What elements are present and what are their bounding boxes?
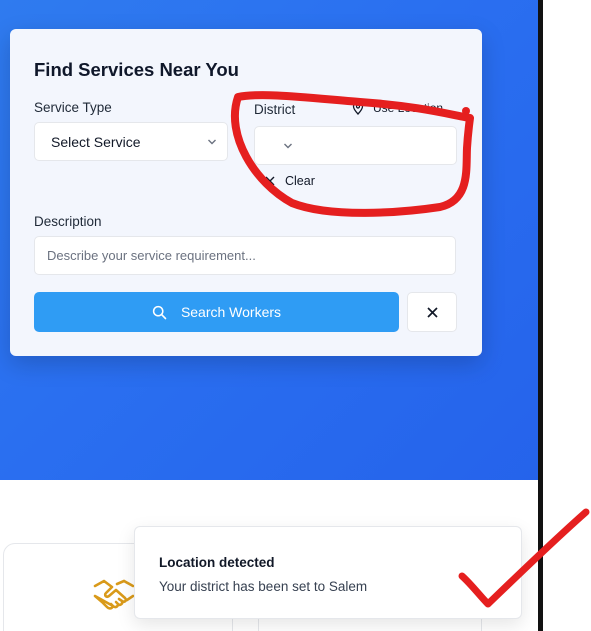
card-title: Find Services Near You (34, 59, 239, 80)
close-icon (265, 176, 275, 186)
description-input[interactable]: Describe your service requirement... (34, 236, 456, 275)
search-workers-label: Search Workers (180, 304, 282, 320)
close-icon (426, 306, 438, 318)
use-location-label: Use Location (373, 101, 444, 115)
clear-district-button[interactable]: Clear (265, 174, 315, 188)
chevron-down-icon (284, 143, 292, 149)
service-type-select[interactable]: Select Service (34, 122, 228, 161)
clear-label: Clear (285, 174, 315, 188)
right-margin (543, 0, 591, 631)
description-placeholder: Describe your service requirement... (47, 248, 256, 263)
service-type-value: Select Service (51, 133, 141, 150)
handshake-icon (93, 579, 135, 610)
description-label: Description (34, 214, 102, 229)
service-finder-card: Find Services Near You Service Type Sele… (10, 29, 482, 356)
district-select[interactable] (254, 126, 457, 165)
reset-button[interactable] (407, 292, 457, 332)
search-workers-button[interactable]: Search Workers (34, 292, 399, 332)
district-label: District (254, 102, 296, 117)
use-location-button[interactable]: Use Location (351, 101, 443, 115)
search-icon (152, 305, 167, 319)
toast-notification: Location detected Your district has been… (134, 526, 522, 619)
service-type-label: Service Type (34, 100, 112, 115)
toast-title: Location detected (159, 555, 275, 570)
toast-message: Your district has been set to Salem (159, 579, 368, 594)
chevron-down-icon (208, 139, 216, 145)
map-pin-icon (352, 101, 364, 115)
